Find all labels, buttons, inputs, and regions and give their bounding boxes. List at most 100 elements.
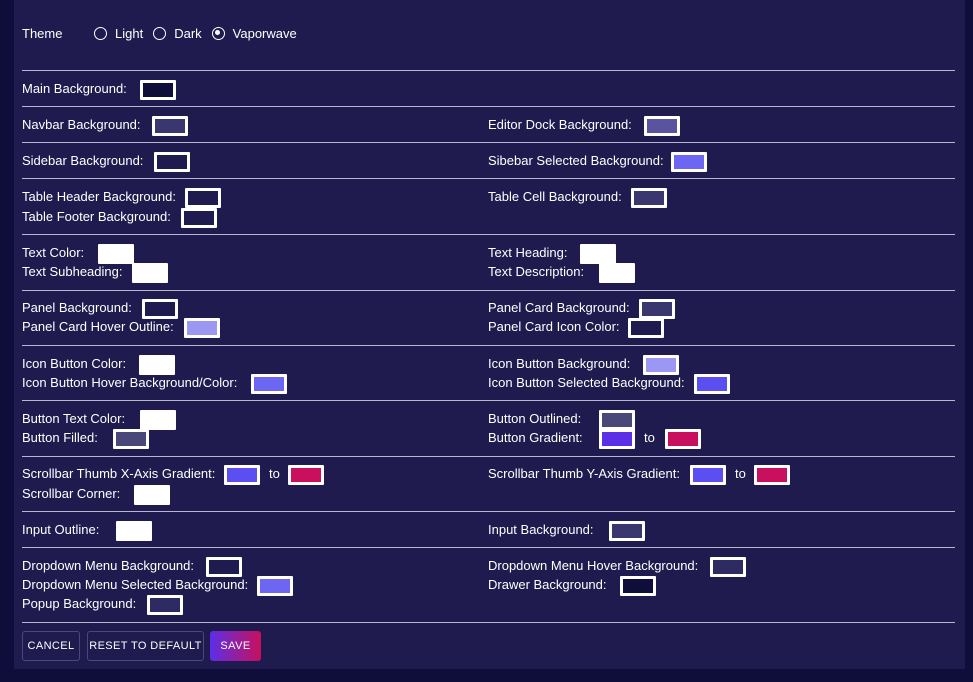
- icon-button-color-label: Icon Button Color:: [22, 356, 127, 371]
- theme-option-label: Light: [115, 25, 144, 41]
- divider: [22, 456, 955, 457]
- cancel-button[interactable]: CANCEL: [22, 631, 80, 661]
- theme-option-dark[interactable]: Dark: [153, 25, 202, 41]
- button-filled-label: Button Filled:: [22, 430, 98, 445]
- input-bg-swatch[interactable]: [609, 521, 645, 541]
- main-bg-swatch[interactable]: [140, 80, 176, 100]
- scrollbar-y-from-swatch[interactable]: [690, 465, 726, 485]
- button-gradient-from-swatch[interactable]: [599, 429, 635, 449]
- scrollbar-corner-label: Scrollbar Corner:: [22, 486, 121, 501]
- to-label: to: [269, 466, 280, 481]
- icon-button-selected-bg-label: Icon Button Selected Background:: [488, 375, 685, 390]
- button-gradient-label: Button Gradient:: [488, 430, 583, 445]
- text-color-label: Text Color:: [22, 245, 85, 260]
- icon-button-selected-bg-swatch[interactable]: [694, 374, 730, 394]
- panel-card-icon-color-label: Panel Card Icon Color:: [488, 319, 620, 334]
- drawer-bg-label: Drawer Background:: [488, 577, 607, 592]
- text-heading-swatch[interactable]: [580, 244, 616, 264]
- text-color-swatch[interactable]: [98, 244, 134, 264]
- divider: [22, 547, 955, 548]
- theme-settings-panel: Theme Light Dark Vaporwave Main Backgrou…: [14, 0, 965, 669]
- button-text-color-label: Button Text Color:: [22, 411, 126, 426]
- popup-bg-label: Popup Background:: [22, 596, 137, 611]
- scrollbar-x-label: Scrollbar Thumb X-Axis Gradient:: [22, 466, 216, 481]
- scrollbar-y-to-swatch[interactable]: [754, 465, 790, 485]
- icon-button-bg-swatch[interactable]: [643, 355, 679, 375]
- divider: [22, 234, 955, 235]
- panel-card-hover-outline-label: Panel Card Hover Outline:: [22, 319, 174, 334]
- text-description-swatch[interactable]: [599, 263, 635, 283]
- button-outlined-label: Button Outlined:: [488, 411, 582, 426]
- divider: [22, 142, 955, 143]
- icon-button-color-swatch[interactable]: [139, 355, 175, 375]
- to-label: to: [644, 430, 655, 445]
- theme-option-light[interactable]: Light: [94, 26, 143, 41]
- sidebar-bg-label: Sidebar Background:: [22, 153, 144, 168]
- theme-selector: Theme Light Dark Vaporwave: [22, 22, 307, 44]
- scrollbar-corner-swatch[interactable]: [134, 485, 170, 505]
- text-heading-label: Text Heading:: [488, 245, 568, 260]
- text-subheading-swatch[interactable]: [132, 263, 168, 283]
- input-outline-label: Input Outline:: [22, 522, 100, 537]
- to-label: to: [735, 466, 746, 481]
- editor-dock-bg-swatch[interactable]: [644, 116, 680, 136]
- reset-to-default-button[interactable]: RESET TO DEFAULT: [87, 631, 204, 661]
- sidebar-selected-bg-swatch[interactable]: [671, 152, 707, 172]
- navbar-bg-label: Navbar Background:: [22, 117, 141, 132]
- popup-bg-swatch[interactable]: [147, 595, 183, 615]
- main-bg-label: Main Background:: [22, 81, 127, 96]
- table-cell-bg-swatch[interactable]: [631, 188, 667, 208]
- divider: [22, 345, 955, 346]
- sidebar-bg-swatch[interactable]: [154, 152, 190, 172]
- navbar-bg-swatch[interactable]: [152, 116, 188, 136]
- divider: [22, 622, 955, 623]
- icon-button-bg-label: Icon Button Background:: [488, 356, 631, 371]
- divider: [22, 290, 955, 291]
- table-header-bg-label: Table Header Background:: [22, 189, 176, 204]
- button-text-color-swatch[interactable]: [140, 410, 176, 430]
- divider: [22, 70, 955, 71]
- input-outline-swatch[interactable]: [116, 521, 152, 541]
- divider: [22, 178, 955, 179]
- sidebar-selected-bg-label: Sibebar Selected Background:: [488, 153, 664, 168]
- button-filled-swatch[interactable]: [113, 429, 149, 449]
- panel-card-icon-color-swatch[interactable]: [628, 318, 664, 338]
- panel-card-hover-outline-swatch[interactable]: [184, 318, 220, 338]
- radio-dark[interactable]: [153, 26, 167, 40]
- text-description-label: Text Description:: [488, 264, 585, 279]
- icon-button-hover-swatch[interactable]: [251, 374, 287, 394]
- panel-card-bg-label: Panel Card Background:: [488, 300, 630, 315]
- scrollbar-x-to-swatch[interactable]: [288, 465, 324, 485]
- dropdown-bg-label: Dropdown Menu Background:: [22, 558, 194, 573]
- panel-bg-label: Panel Background:: [22, 300, 132, 315]
- theme-option-label: Dark: [174, 25, 202, 41]
- button-gradient-to-swatch[interactable]: [665, 429, 701, 449]
- divider: [22, 511, 955, 512]
- table-header-bg-swatch[interactable]: [185, 188, 221, 208]
- dropdown-hover-bg-swatch[interactable]: [710, 557, 746, 577]
- table-cell-bg-label: Table Cell Background:: [488, 189, 622, 204]
- divider: [22, 400, 955, 401]
- theme-option-label: Vaporwave: [232, 25, 297, 41]
- table-footer-bg-label: Table Footer Background:: [22, 209, 171, 224]
- scrollbar-x-from-swatch[interactable]: [224, 465, 260, 485]
- dropdown-bg-swatch[interactable]: [206, 557, 242, 577]
- input-bg-label: Input Background:: [488, 522, 594, 537]
- button-outlined-swatch[interactable]: [599, 410, 635, 430]
- dropdown-hover-bg-label: Dropdown Menu Hover Background:: [488, 558, 699, 573]
- dropdown-selected-bg-swatch[interactable]: [257, 576, 293, 596]
- save-button[interactable]: SAVE: [210, 631, 261, 661]
- panel-card-bg-swatch[interactable]: [639, 299, 675, 319]
- drawer-bg-swatch[interactable]: [620, 576, 656, 596]
- theme-option-vaporwave[interactable]: Vaporwave: [211, 25, 297, 41]
- divider: [22, 106, 955, 107]
- dropdown-selected-bg-label: Dropdown Menu Selected Background:: [22, 577, 249, 592]
- scrollbar-y-label: Scrollbar Thumb Y-Axis Gradient:: [488, 466, 680, 481]
- radio-vaporwave[interactable]: [211, 26, 225, 40]
- panel-bg-swatch[interactable]: [142, 299, 178, 319]
- theme-label: Theme: [22, 25, 63, 41]
- icon-button-hover-label: Icon Button Hover Background/Color:: [22, 375, 238, 390]
- table-footer-bg-swatch[interactable]: [181, 208, 217, 228]
- radio-light[interactable]: [94, 26, 107, 40]
- editor-dock-bg-label: Editor Dock Background:: [488, 117, 632, 132]
